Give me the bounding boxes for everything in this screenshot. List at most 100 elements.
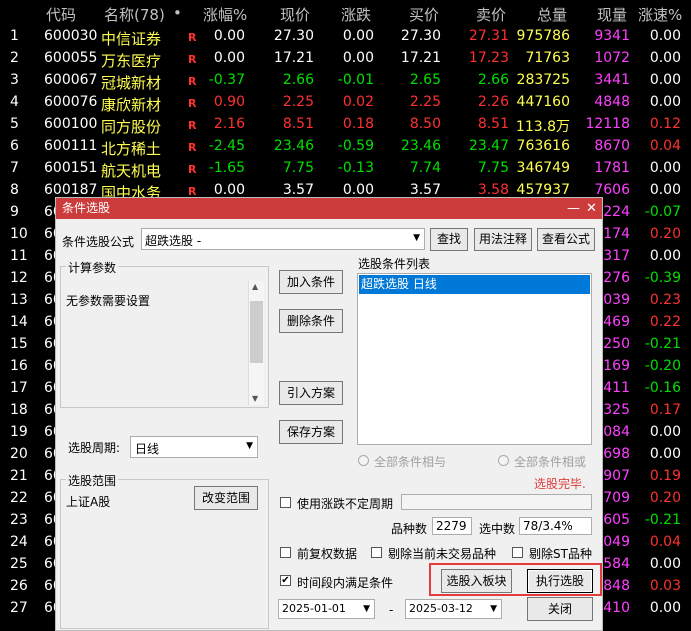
forward-adjust-checkbox[interactable] (280, 547, 291, 558)
chevron-down-icon: ▼ (413, 233, 420, 243)
dialog-title-bar[interactable]: 条件选股 — ✕ (56, 198, 602, 219)
row-index: 26 (10, 578, 28, 594)
selected-field: 78/3.4% (519, 517, 592, 535)
time-range-label: 时间段内满足条件 (297, 576, 394, 590)
current-volume: 1072 (594, 50, 630, 66)
speed: -0.21 (644, 336, 681, 352)
bid-price: 27.30 (400, 28, 441, 44)
speed: -0.07 (644, 204, 681, 220)
col-cur-vol[interactable]: 现量 (597, 4, 627, 25)
margin-badge: R (188, 75, 197, 88)
formula-select[interactable]: 超跌选股 - ▼ (141, 228, 425, 250)
row-index: 5 (10, 116, 19, 132)
exclude-untraded-checkbox[interactable] (371, 547, 382, 558)
close-button[interactable]: 关闭 (527, 597, 593, 621)
col-speed[interactable]: 涨速% (638, 4, 682, 25)
execute-select-button[interactable]: 执行选股 (527, 569, 593, 593)
table-row[interactable]: 4 600076 康欣新材 R 0.90 2.25 0.02 2.25 2.26 447160 48… (0, 92, 691, 114)
row-index: 16 (10, 358, 28, 374)
radio-or[interactable] (498, 455, 509, 466)
ask-price: 17.23 (468, 50, 509, 66)
speed: 0.22 (649, 314, 681, 330)
time-range-checkbox[interactable]: ✔ (280, 575, 291, 586)
col-name[interactable]: 名称(78) (104, 4, 165, 25)
row-index: 13 (10, 292, 28, 308)
margin-badge: R (188, 31, 197, 44)
view-formula-button[interactable]: 查看公式 (537, 228, 595, 251)
table-row[interactable]: 1 600030 中信证券 R 0.00 27.30 0.00 27.30 27.31 97578… (0, 26, 691, 48)
find-button[interactable]: 查找 (430, 228, 468, 251)
speed: -0.39 (644, 270, 681, 286)
change-pct: 2.16 (213, 116, 245, 132)
date-from-picker[interactable]: 2025-01-01 ▼ (278, 599, 375, 619)
radio-and[interactable] (358, 455, 369, 466)
col-ask[interactable]: 卖价 (476, 4, 506, 25)
minimize-icon[interactable]: — (567, 198, 580, 219)
change: 0.00 (342, 28, 374, 44)
table-row[interactable]: 7 600151 航天机电 R -1.65 7.75 -0.13 7.74 7.75 346749… (0, 158, 691, 180)
delete-condition-button[interactable]: 删除条件 (279, 309, 343, 333)
params-group (60, 266, 269, 408)
selected-label: 选中数 (479, 522, 516, 536)
date-to-picker[interactable]: 2025-03-12 ▼ (405, 599, 502, 619)
stock-code: 600076 (44, 94, 98, 110)
table-row[interactable]: 5 600100 同方股份 R 2.16 8.51 0.18 8.50 8.51 113.8万 12… (0, 114, 691, 136)
date-from-value: 2025-01-01 (282, 602, 346, 615)
ask-price: 27.31 (468, 28, 509, 44)
col-volume[interactable]: 总量 (537, 4, 567, 25)
table-row[interactable]: 6 600111 北方稀土 R -2.45 23.46 -0.59 23.46 23.47 763… (0, 136, 691, 158)
current-volume: 3441 (594, 72, 630, 88)
scroll-thumb[interactable] (250, 301, 263, 363)
change-range-button[interactable]: 改变范围 (194, 486, 258, 510)
col-code[interactable]: 代码 (46, 4, 76, 25)
stock-name: 北方稀土 (101, 140, 162, 158)
bid-price: 17.21 (400, 50, 441, 66)
bid-price: 3.57 (409, 182, 441, 198)
change: 0.02 (342, 94, 374, 110)
row-index: 2 (10, 50, 19, 66)
condition-list[interactable]: 超跌选股 日线 (357, 273, 592, 445)
formula-value: 超跌选股 - (145, 234, 202, 248)
col-price[interactable]: 现价 (280, 4, 310, 25)
stock-name: 航天机电 (101, 162, 162, 180)
price: 8.51 (282, 116, 314, 132)
row-index: 18 (10, 402, 28, 418)
speed: -0.20 (644, 358, 681, 374)
exclude-st-checkbox[interactable] (512, 547, 523, 558)
speed: 0.20 (649, 226, 681, 242)
table-row[interactable]: 2 600055 万东医疗 R 0.00 17.21 0.00 17.21 17.23 71763… (0, 48, 691, 70)
col-bid[interactable]: 买价 (409, 4, 439, 25)
use-period-field (401, 494, 592, 510)
speed: 0.00 (649, 94, 681, 110)
condition-list-item[interactable]: 超跌选股 日线 (359, 275, 590, 294)
period-label: 选股周期: (68, 441, 121, 455)
current-volume: 1781 (594, 160, 630, 176)
period-select[interactable]: 日线 ▼ (130, 436, 258, 458)
status-text: 选股完毕. (534, 477, 586, 491)
usage-button[interactable]: 用法注释 (474, 228, 532, 251)
add-to-block-button[interactable]: 选股入板块 (441, 569, 512, 593)
current-volume: 8670 (594, 138, 630, 154)
save-plan-button[interactable]: 保存方案 (279, 420, 343, 444)
ask-price: 23.47 (468, 138, 509, 154)
row-index: 17 (10, 380, 28, 396)
add-condition-button[interactable]: 加入条件 (279, 270, 343, 294)
close-icon[interactable]: ✕ (586, 198, 597, 219)
params-group-label: 计算参数 (66, 259, 119, 276)
col-change[interactable]: 涨跌 (341, 4, 371, 25)
speed: 0.20 (649, 490, 681, 506)
scroll-down-icon[interactable]: ▼ (252, 394, 258, 403)
stock-name: 同方股份 (101, 118, 162, 136)
params-scrollbar[interactable]: ▲ ▼ (248, 281, 264, 405)
col-change-pct[interactable]: 涨幅% (203, 4, 247, 25)
speed: -0.21 (644, 512, 681, 528)
speed: 0.00 (649, 446, 681, 462)
scroll-up-icon[interactable]: ▲ (252, 282, 258, 291)
use-period-checkbox[interactable] (280, 497, 291, 508)
table-row[interactable]: 3 600067 冠城新材 R -0.37 2.66 -0.01 2.65 2.66 283725… (0, 70, 691, 92)
import-plan-button[interactable]: 引入方案 (279, 381, 343, 405)
volume: 447160 (516, 94, 570, 110)
speed: 0.00 (649, 248, 681, 264)
condition-stock-select-dialog: 条件选股 — ✕ 条件选股公式 超跌选股 - ▼ 查找 用法注释 查看公式 计算… (55, 197, 603, 631)
price: 23.46 (273, 138, 314, 154)
